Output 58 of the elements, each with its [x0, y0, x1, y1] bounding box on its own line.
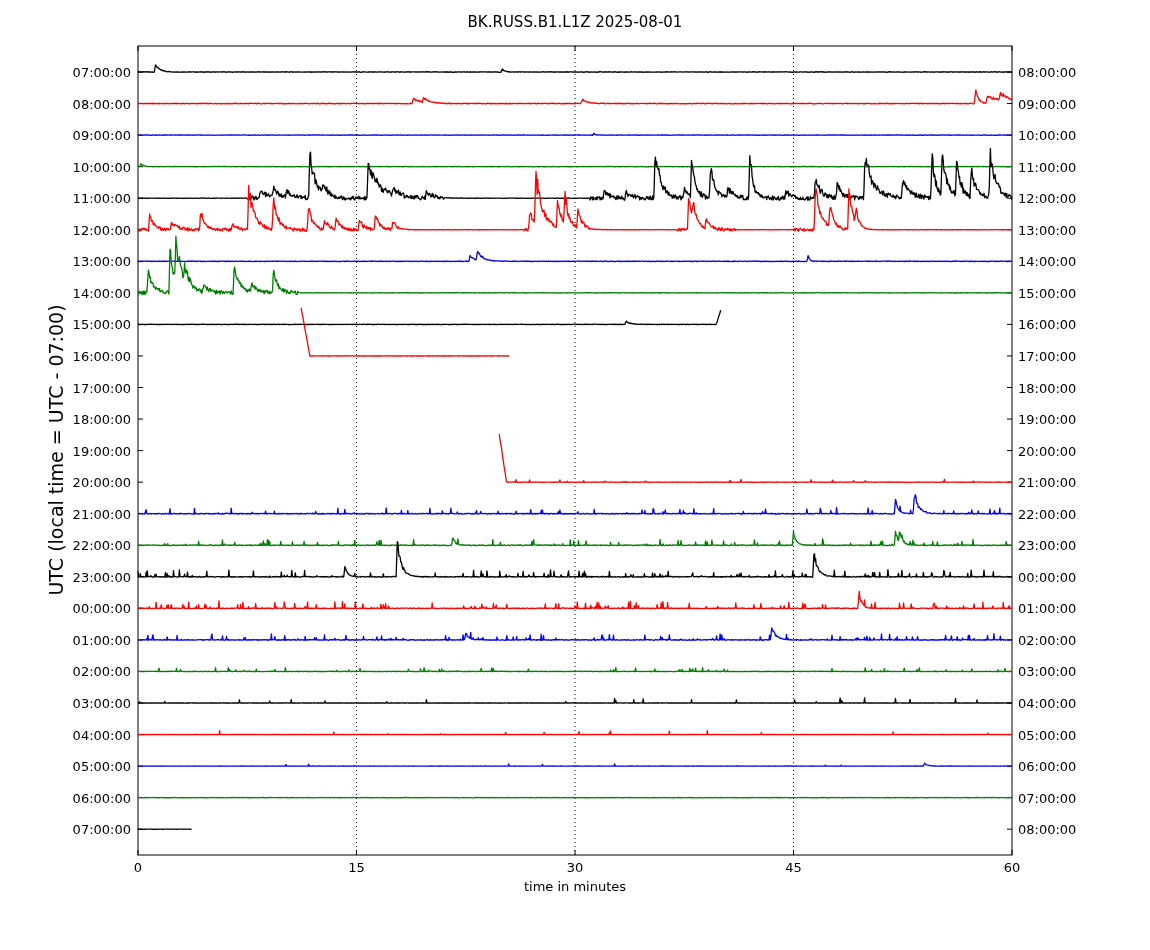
- hour-label: 02:00:00: [1018, 632, 1077, 648]
- hour-label: 04:00:00: [1018, 696, 1077, 711]
- hour-label: 21:00:00: [72, 506, 131, 522]
- chart-title: BK.RUSS.B1.L1Z 2025-08-01: [467, 13, 683, 31]
- hour-label: 12:00:00: [1018, 191, 1077, 207]
- hour-label: 23:00:00: [1018, 538, 1077, 554]
- hour-label: 22:00:00: [1018, 506, 1077, 522]
- hour-label: 06:00:00: [1018, 759, 1077, 775]
- tick-label: 0: [133, 860, 143, 875]
- hour-label: 15:00:00: [1018, 285, 1077, 301]
- hour-label: 01:00:00: [1018, 601, 1077, 617]
- hour-label: 21:00:00: [1018, 475, 1077, 491]
- hour-label: 02:00:00: [72, 664, 131, 680]
- hour-label: 18:00:00: [1018, 380, 1077, 396]
- hour-label: 13:00:00: [1018, 222, 1077, 238]
- hour-label: 05:00:00: [72, 759, 131, 775]
- hour-label: 12:00:00: [72, 222, 131, 238]
- hour-label: 16:00:00: [72, 348, 131, 364]
- hour-label: 06:00:00: [72, 790, 131, 806]
- hour-label: 07:00:00: [1018, 790, 1077, 806]
- hour-label: 00:00:00: [72, 601, 131, 617]
- tick-label: 30: [566, 860, 584, 875]
- hour-label: 00:00:00: [1018, 569, 1077, 585]
- hour-label: 16:00:00: [1018, 317, 1077, 333]
- hour-label: 17:00:00: [72, 380, 131, 396]
- hour-label: 01:00:00: [72, 632, 131, 648]
- tick-label: 60: [1003, 860, 1021, 875]
- hour-label: 15:00:00: [72, 317, 131, 333]
- hour-label: 07:00:00: [72, 65, 131, 80]
- hour-label: 14:00:00: [1018, 254, 1077, 270]
- hour-label: 08:00:00: [1018, 65, 1077, 80]
- hour-label: 11:00:00: [1018, 159, 1077, 175]
- tick-label: 45: [785, 860, 802, 875]
- hour-label: 08:00:00: [1018, 822, 1077, 838]
- hour-label: 11:00:00: [72, 191, 131, 207]
- hour-label: 19:00:00: [1018, 412, 1077, 428]
- tick-label: 15: [348, 860, 365, 875]
- hour-label: 04:00:00: [72, 727, 131, 743]
- hour-label: 20:00:00: [72, 475, 131, 491]
- hour-label: 18:00:00: [72, 412, 131, 428]
- hour-label: 09:00:00: [72, 128, 131, 144]
- hour-label: 03:00:00: [1018, 664, 1077, 680]
- hour-label: 22:00:00: [72, 538, 131, 554]
- axis-title: UTC (local time = UTC - 07:00): [45, 304, 67, 596]
- hour-label: 09:00:00: [1018, 96, 1077, 112]
- hour-label: 10:00:00: [1018, 128, 1077, 144]
- hour-label: 03:00:00: [72, 696, 131, 711]
- hour-label: 23:00:00: [72, 569, 131, 585]
- hour-label: 20:00:00: [1018, 443, 1077, 459]
- hour-label: 07:00:00: [72, 822, 131, 838]
- hour-label: 10:00:00: [72, 159, 131, 175]
- hour-label: 19:00:00: [72, 443, 131, 459]
- hour-label: 05:00:00: [1018, 727, 1077, 743]
- hour-label: 17:00:00: [1018, 348, 1077, 364]
- hour-label: 13:00:00: [72, 254, 131, 270]
- axis-title: time in minutes: [523, 879, 627, 894]
- hour-label: 08:00:00: [72, 96, 131, 112]
- hour-label: 14:00:00: [72, 285, 131, 301]
